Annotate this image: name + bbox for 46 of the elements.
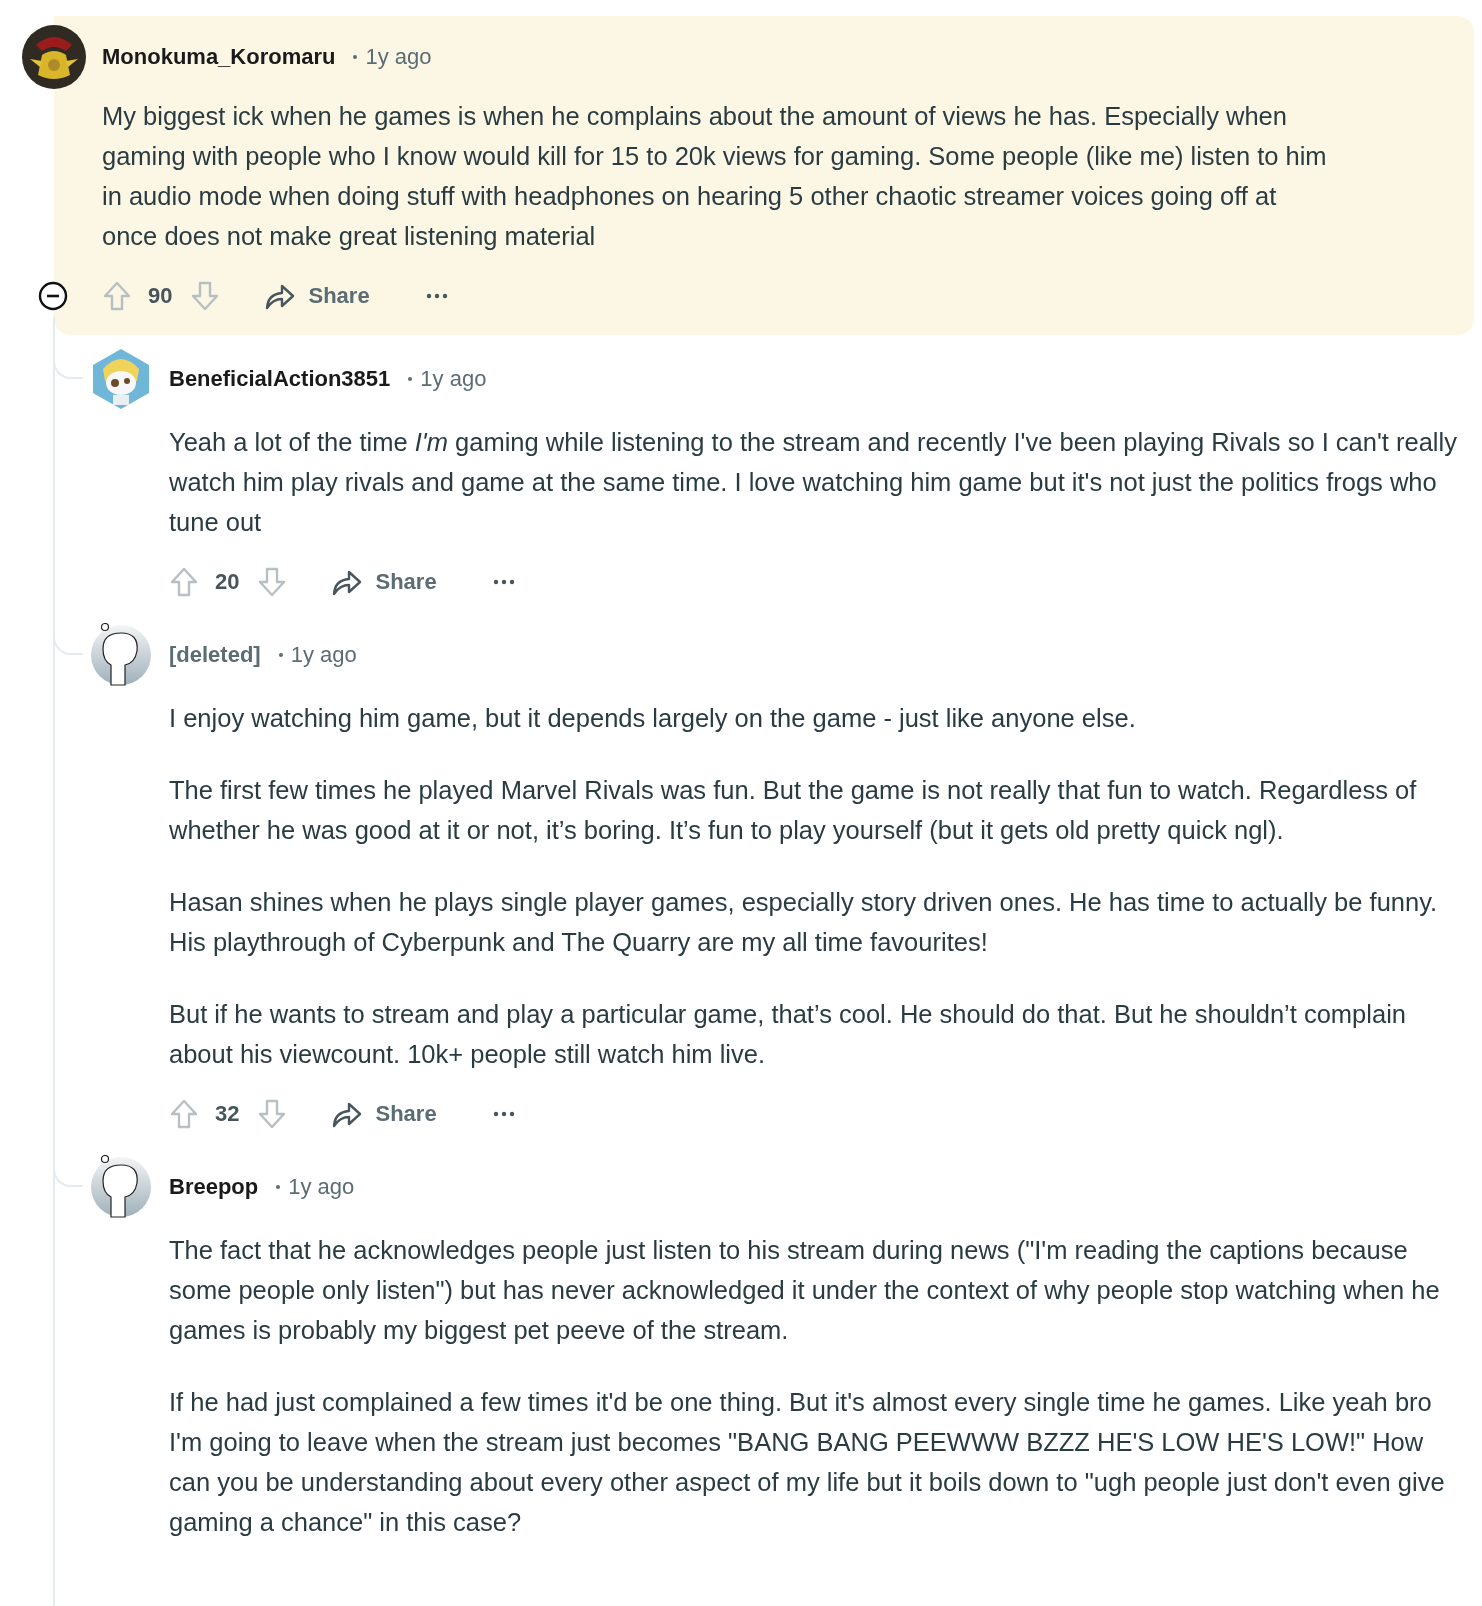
comment-text: Yeah a lot of the time I'm gaming while listening to the stream and recently I've been playing Rivals so I can't really watch him play rivals and game at the same time. I love watching him game but it's not just the politics frogs who tune out — [169, 427, 1458, 538]
vote-count: 90 — [148, 283, 173, 309]
separator-dot — [408, 377, 413, 381]
up-arrow-icon — [169, 566, 199, 598]
share-button[interactable]: Share — [264, 282, 370, 310]
more-button[interactable] — [492, 579, 515, 585]
comment-text: Hasan shines when he plays single player games, especially story driven ones. He has time to actually be funny. His playthrough of Cyberpunk and The Quarry are my all time favourites! — [169, 887, 1439, 958]
timestamp: 1y ago — [420, 366, 487, 392]
comment-text: The first few times he played Marvel Rivals was fun. But the game is not really that fun to watch. Regardless of whether he was good at it or not, it’s boring. It’s fun to play yourself (but it gets old pretty quick ngl). — [169, 775, 1418, 846]
more-icon — [492, 579, 515, 585]
vote-count: 32 — [215, 1101, 240, 1127]
share-icon — [331, 1100, 364, 1128]
comment-text: If he had just complained a few times it'd be one thing. But it's almost every single time he games. Like yeah bro I'm going to leave when the stream just becomes "BANG BANG PEEWWW BZZZ HE'S LOW HE'S LOW!" How can you be understanding about every other aspect of my life but it boils down to "ugh people just don't even give gaming a chance" in this case? — [169, 1387, 1446, 1538]
vote-count: 20 — [215, 569, 240, 595]
username[interactable]: Breepop — [169, 1174, 259, 1200]
share-button[interactable]: Share — [331, 568, 437, 596]
down-arrow-icon — [257, 566, 288, 598]
comment-text: The fact that he acknowledges people just listen to his stream during news ("I'm reading the captions because some people only listen") but has never acknowledged it under the context of why people stop watching when he games is probably my biggest pet peeve of the stream. — [169, 1235, 1441, 1346]
username[interactable]: [deleted] — [169, 642, 261, 668]
share-icon — [264, 282, 297, 310]
more-button[interactable] — [492, 1111, 515, 1117]
down-arrow-icon — [257, 1098, 288, 1130]
share-button[interactable]: Share — [331, 1100, 437, 1128]
username[interactable]: BeneficialAction3851 — [169, 366, 391, 392]
more-button[interactable] — [425, 293, 448, 299]
username[interactable]: Monokuma_Koromaru — [102, 44, 336, 70]
more-icon — [492, 1111, 515, 1117]
comment-text: I enjoy watching him game, but it depends largely on the game - just like anyone else. — [169, 703, 1137, 734]
up-arrow-icon — [169, 1098, 199, 1130]
collapse-button[interactable] — [38, 281, 68, 311]
avatar[interactable] — [89, 1155, 153, 1219]
avatar[interactable] — [22, 25, 86, 89]
minus-circle-icon — [38, 281, 68, 311]
comment-text: But if he wants to stream and play a particular game, that’s cool. He should do that. But he shouldn’t complain about his viewcount. 10k+ people still watch him live. — [169, 999, 1407, 1070]
down-arrow-icon — [190, 280, 221, 312]
more-icon — [425, 293, 448, 299]
timestamp: 1y ago — [288, 1174, 355, 1200]
avatar[interactable] — [89, 623, 153, 687]
up-arrow-icon — [102, 280, 132, 312]
timestamp: 1y ago — [290, 642, 357, 668]
timestamp: 1y ago — [365, 44, 432, 70]
separator-dot — [276, 1185, 281, 1189]
separator-dot — [353, 55, 358, 59]
separator-dot — [278, 653, 283, 657]
comment-text: My biggest ick when he games is when he complains about the amount of views he has. Especially when gaming with people who I know would kill for 15 to 20k views for gaming. Some people (like me) listen to him in audio mode when doing stuff with headphones on hearing 5 other chaotic streamer voices going off at once does not make great listening material — [102, 101, 1328, 252]
share-icon — [331, 568, 364, 596]
